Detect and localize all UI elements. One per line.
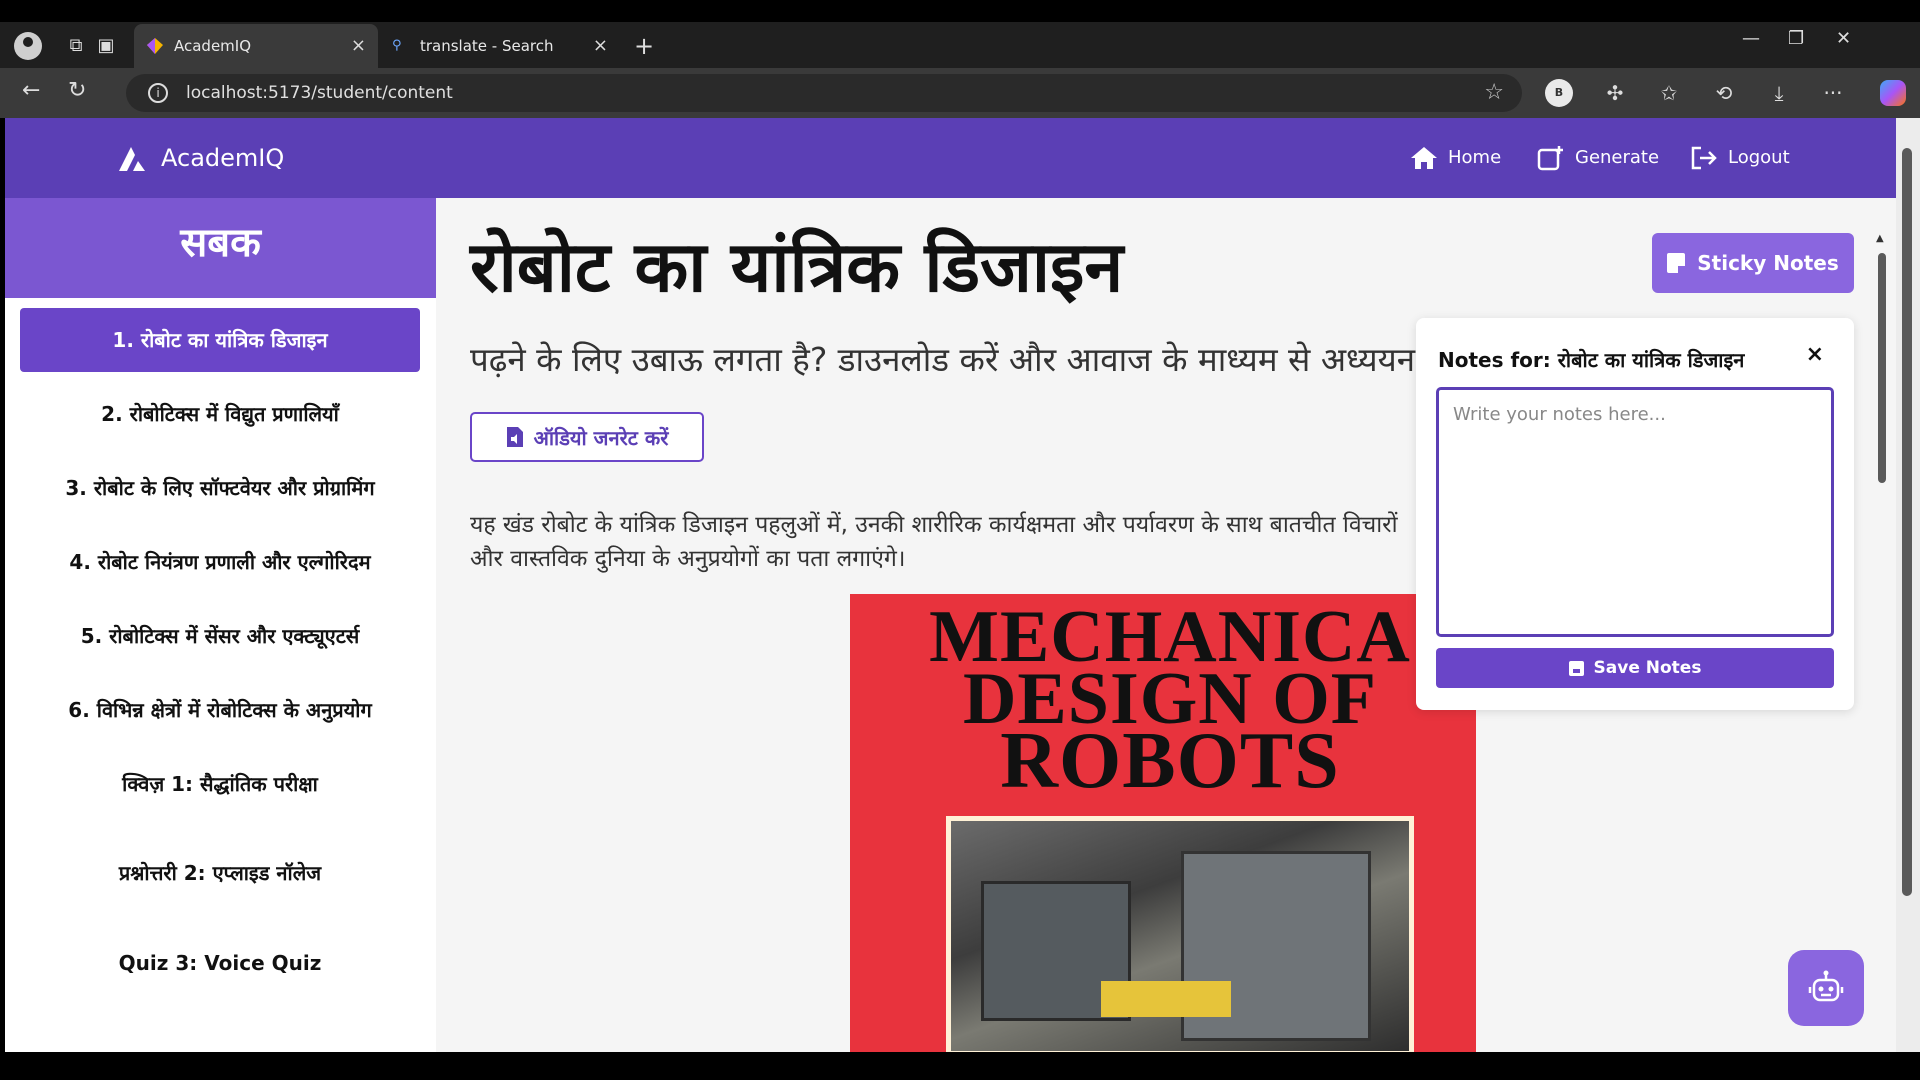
- url-text: localhost:5173/student/content: [186, 83, 453, 103]
- favorites-icon[interactable]: ✩: [1656, 80, 1682, 106]
- profile-badge[interactable]: B: [1545, 79, 1573, 107]
- favorite-star-icon[interactable]: ☆: [1484, 74, 1504, 112]
- new-tab-icon[interactable]: +: [632, 34, 656, 58]
- brand-logo[interactable]: AcademIQ: [117, 140, 284, 176]
- page-subtitle: पढ़ने के लिए उबाऊ लगता है? डाउनलोड करें …: [470, 340, 1416, 379]
- page-scrollbar[interactable]: [1896, 118, 1920, 1052]
- sidebar-item-quiz-2[interactable]: प्रश्नोत्तरी 2: एप्लाइड नॉलेज: [20, 841, 420, 905]
- lesson-sidebar: सबक 1. रोबोट का यांत्रिक डिजाइन 2. रोबोट…: [5, 198, 436, 1052]
- url-field[interactable]: i localhost:5173/student/content ☆: [126, 74, 1522, 112]
- address-bar-row: ← ↻ i localhost:5173/student/content ☆ B…: [0, 68, 1920, 118]
- tab-title: translate - Search: [420, 37, 554, 55]
- sticky-notes-button[interactable]: Sticky Notes: [1652, 233, 1854, 293]
- restore-icon[interactable]: ❐: [1788, 28, 1804, 49]
- generate-icon: [1537, 146, 1563, 171]
- nav-logout[interactable]: Logout: [1690, 142, 1790, 174]
- note-icon: [1667, 253, 1686, 273]
- tab-academiq[interactable]: AcademIQ ×: [134, 24, 378, 68]
- nav-generate-label: Generate: [1575, 147, 1660, 168]
- tab-close-icon[interactable]: ×: [351, 24, 366, 68]
- notes-panel-title: Notes for: रोबोट का यांत्रिक डिजाइन: [1438, 348, 1745, 372]
- workspaces-icon[interactable]: ⧉: [64, 34, 88, 58]
- chatbot-button[interactable]: [1788, 950, 1864, 1026]
- sidebar-item-lesson-6[interactable]: 6. विभिन्न क्षेत्रों में रोबोटिक्स के अन…: [20, 678, 420, 742]
- lesson-paragraph: यह खंड रोबोट के यांत्रिक डिजाइन पहलुओं म…: [470, 512, 1398, 572]
- home-icon: [1411, 147, 1437, 169]
- tab-actions-icon[interactable]: ▣: [94, 34, 118, 58]
- tab-bar: ⧉ ▣ AcademIQ × ⚲ translate - Search × + …: [0, 0, 1920, 68]
- refresh-icon[interactable]: ↻: [68, 78, 86, 103]
- generate-audio-label: ऑडियो जनरेट करें: [533, 425, 669, 450]
- nav-logout-label: Logout: [1728, 147, 1790, 168]
- academiq-favicon-icon: [147, 38, 163, 54]
- copilot-icon[interactable]: [1880, 80, 1906, 106]
- sidebar-item-lesson-2[interactable]: 2. रोबोटिक्स में विद्युत प्रणालियाँ: [20, 382, 420, 446]
- profile-icon[interactable]: [14, 32, 42, 60]
- tab-translate[interactable]: ⚲ translate - Search ×: [380, 24, 620, 68]
- audio-file-icon: [506, 427, 523, 447]
- browser-window: ⧉ ▣ AcademIQ × ⚲ translate - Search × + …: [0, 0, 1920, 1080]
- book-cover-image: MECHANICA DESIGN OF ROBOTS: [850, 594, 1476, 1052]
- minimize-icon[interactable]: —: [1742, 28, 1760, 49]
- tab-close-icon[interactable]: ×: [593, 24, 608, 68]
- sidebar-item-lesson-5[interactable]: 5. रोबोटिक्स में सेंसर और एक्ट्यूएटर्स: [20, 604, 420, 668]
- save-notes-button[interactable]: Save Notes: [1436, 648, 1834, 688]
- search-favicon-icon: ⚲: [392, 38, 402, 53]
- book-cover-title: MECHANICA DESIGN OF ROBOTS: [890, 600, 1450, 801]
- nav-generate[interactable]: Generate: [1537, 142, 1659, 174]
- notes-textarea[interactable]: [1436, 387, 1834, 637]
- tab-title: AcademIQ: [174, 37, 252, 55]
- sidebar-item-quiz-1[interactable]: क्विज़ 1: सैद्धांतिक परीक्षा: [20, 752, 420, 816]
- notes-close-icon[interactable]: ×: [1806, 342, 1824, 367]
- academiq-logo-icon: [119, 147, 145, 171]
- generate-audio-button[interactable]: ऑडियो जनरेट करें: [470, 412, 704, 462]
- sidebar-title: सबक: [5, 198, 436, 298]
- robot-icon: [1808, 970, 1844, 1002]
- lesson-content: रोबोट का यांत्रिक डिजाइन पढ़ने के लिए उब…: [436, 198, 1896, 1052]
- app-root: AcademIQ Home Generate Logout सबक 1. रोब…: [5, 118, 1896, 1052]
- more-icon[interactable]: ···: [1820, 80, 1846, 106]
- site-info-icon[interactable]: i: [148, 83, 168, 103]
- save-notes-label: Save Notes: [1593, 658, 1702, 678]
- content-scrollbar[interactable]: ▲: [1876, 233, 1888, 1033]
- notes-panel: Notes for: रोबोट का यांत्रिक डिजाइन × Sa…: [1416, 318, 1854, 710]
- logout-icon: [1691, 146, 1717, 170]
- back-icon[interactable]: ←: [22, 78, 40, 103]
- history-icon[interactable]: ⟲: [1711, 80, 1737, 106]
- sidebar-item-lesson-4[interactable]: 4. रोबोट नियंत्रण प्रणाली और एल्गोरिदम: [20, 530, 420, 594]
- sticky-notes-label: Sticky Notes: [1697, 251, 1839, 275]
- nav-home[interactable]: Home: [1410, 142, 1501, 174]
- page-scroll-thumb[interactable]: [1902, 148, 1912, 896]
- extensions-icon[interactable]: ✣: [1602, 80, 1628, 106]
- nav-home-label: Home: [1448, 147, 1502, 168]
- screen-bottom-bar: [0, 1052, 1920, 1080]
- app-header: AcademIQ Home Generate Logout: [5, 118, 1896, 198]
- downloads-icon[interactable]: ⤓: [1766, 80, 1792, 106]
- machine-shape: [1101, 981, 1231, 1017]
- content-scroll-thumb[interactable]: [1878, 253, 1886, 483]
- scroll-up-icon[interactable]: ▲: [1876, 233, 1884, 244]
- sidebar-item-lesson-3[interactable]: 3. रोबोट के लिए सॉफ्टवेयर और प्रोग्रामिं…: [20, 456, 420, 520]
- brand-name: AcademIQ: [161, 144, 285, 172]
- sidebar-item-quiz-3[interactable]: Quiz 3: Voice Quiz: [20, 931, 420, 995]
- close-window-icon[interactable]: ✕: [1836, 28, 1851, 49]
- save-icon: [1568, 660, 1584, 676]
- book-cover-photo: [946, 816, 1414, 1052]
- page-title: रोबोट का यांत्रिक डिजाइन: [470, 225, 1124, 308]
- sidebar-item-lesson-1[interactable]: 1. रोबोट का यांत्रिक डिजाइन: [20, 308, 420, 372]
